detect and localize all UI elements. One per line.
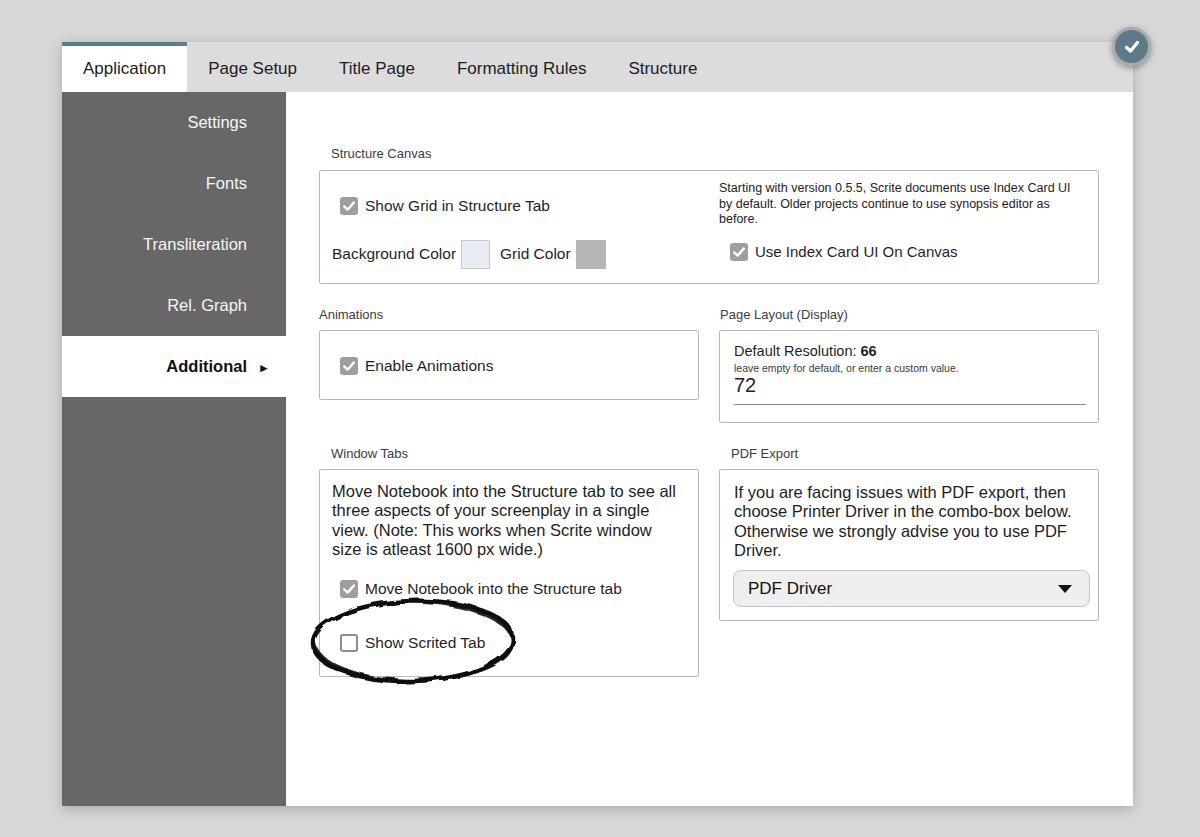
show-scrited-checkbox[interactable] [340,634,358,652]
sidebar-item-fonts[interactable]: Fonts [62,153,286,214]
pdf-export-description: If you are facing issues with PDF export… [734,483,1072,560]
structure-canvas-box: Show Grid in Structure Tab Background Co… [319,170,1099,284]
check-icon [1121,36,1143,58]
dropdown-arrow-icon [1058,585,1072,593]
pdf-driver-value: PDF Driver [748,579,832,599]
animations-label: Animations [319,307,383,322]
sidebar-item-rel-graph[interactable]: Rel. Graph [62,275,286,336]
window-tabs-label: Window Tabs [331,446,408,461]
pdf-driver-select[interactable]: PDF Driver [733,570,1090,607]
enable-animations-label: Enable Animations [365,357,493,375]
pdf-export-box: If you are facing issues with PDF export… [719,469,1099,621]
tab-page-setup[interactable]: Page Setup [187,42,318,92]
tab-bar: Application Page Setup Title Page Format… [62,42,1133,92]
arrow-right-icon: ▸ [260,359,267,374]
background-color-swatch[interactable] [461,240,490,269]
sidebar-item-transliteration[interactable]: Transliteration [62,214,286,275]
sidebar-item-settings[interactable]: Settings [62,92,286,153]
grid-color-swatch[interactable] [576,240,606,269]
window-tabs-box: Move Notebook into the Structure tab to … [319,469,699,677]
tab-formatting-rules[interactable]: Formatting Rules [436,42,607,92]
default-resolution-row: Default Resolution: 66 [734,343,877,359]
use-index-card-label: Use Index Card UI On Canvas [755,243,958,261]
window-tabs-description: Move Notebook into the Structure tab to … [332,482,676,559]
tab-structure[interactable]: Structure [607,42,718,92]
settings-page: Application Page Setup Title Page Format… [0,0,1200,837]
animations-box: Enable Animations [319,330,699,400]
structure-canvas-label: Structure Canvas [331,146,431,161]
default-resolution-label: Default Resolution: [734,343,857,359]
resolution-hint: leave empty for default, or enter a cust… [734,362,959,374]
tab-application[interactable]: Application [62,42,187,92]
grid-color-label: Grid Color [500,245,571,263]
tab-title-page[interactable]: Title Page [318,42,436,92]
sidebar-item-additional[interactable]: Additional ▸ [62,336,286,397]
check-icon [341,198,357,214]
show-grid-label: Show Grid in Structure Tab [365,197,550,215]
show-scrited-label: Show Scrited Tab [365,634,485,652]
page-layout-box: Default Resolution: 66 leave empty for d… [719,330,1099,423]
move-notebook-checkbox[interactable] [340,580,358,598]
use-index-card-checkbox[interactable] [730,243,748,261]
page-layout-label: Page Layout (Display) [720,307,848,322]
index-card-note: Starting with version 0.5.5, Scrite docu… [719,181,1071,228]
sidebar: Settings Fonts Transliteration Rel. Grap… [62,92,286,806]
done-button[interactable] [1112,27,1151,66]
background-color-label: Background Color [332,245,456,263]
check-icon [341,581,357,597]
pdf-export-label: PDF Export [731,446,798,461]
show-grid-checkbox[interactable] [340,197,358,215]
check-icon [341,358,357,374]
resolution-input-underline [734,404,1086,405]
check-icon [731,244,747,260]
default-resolution-value: 66 [861,343,877,359]
enable-animations-checkbox[interactable] [340,357,358,375]
settings-dialog: Application Page Setup Title Page Format… [62,42,1133,806]
resolution-input[interactable]: 72 [734,374,756,397]
move-notebook-label: Move Notebook into the Structure tab [365,580,622,598]
